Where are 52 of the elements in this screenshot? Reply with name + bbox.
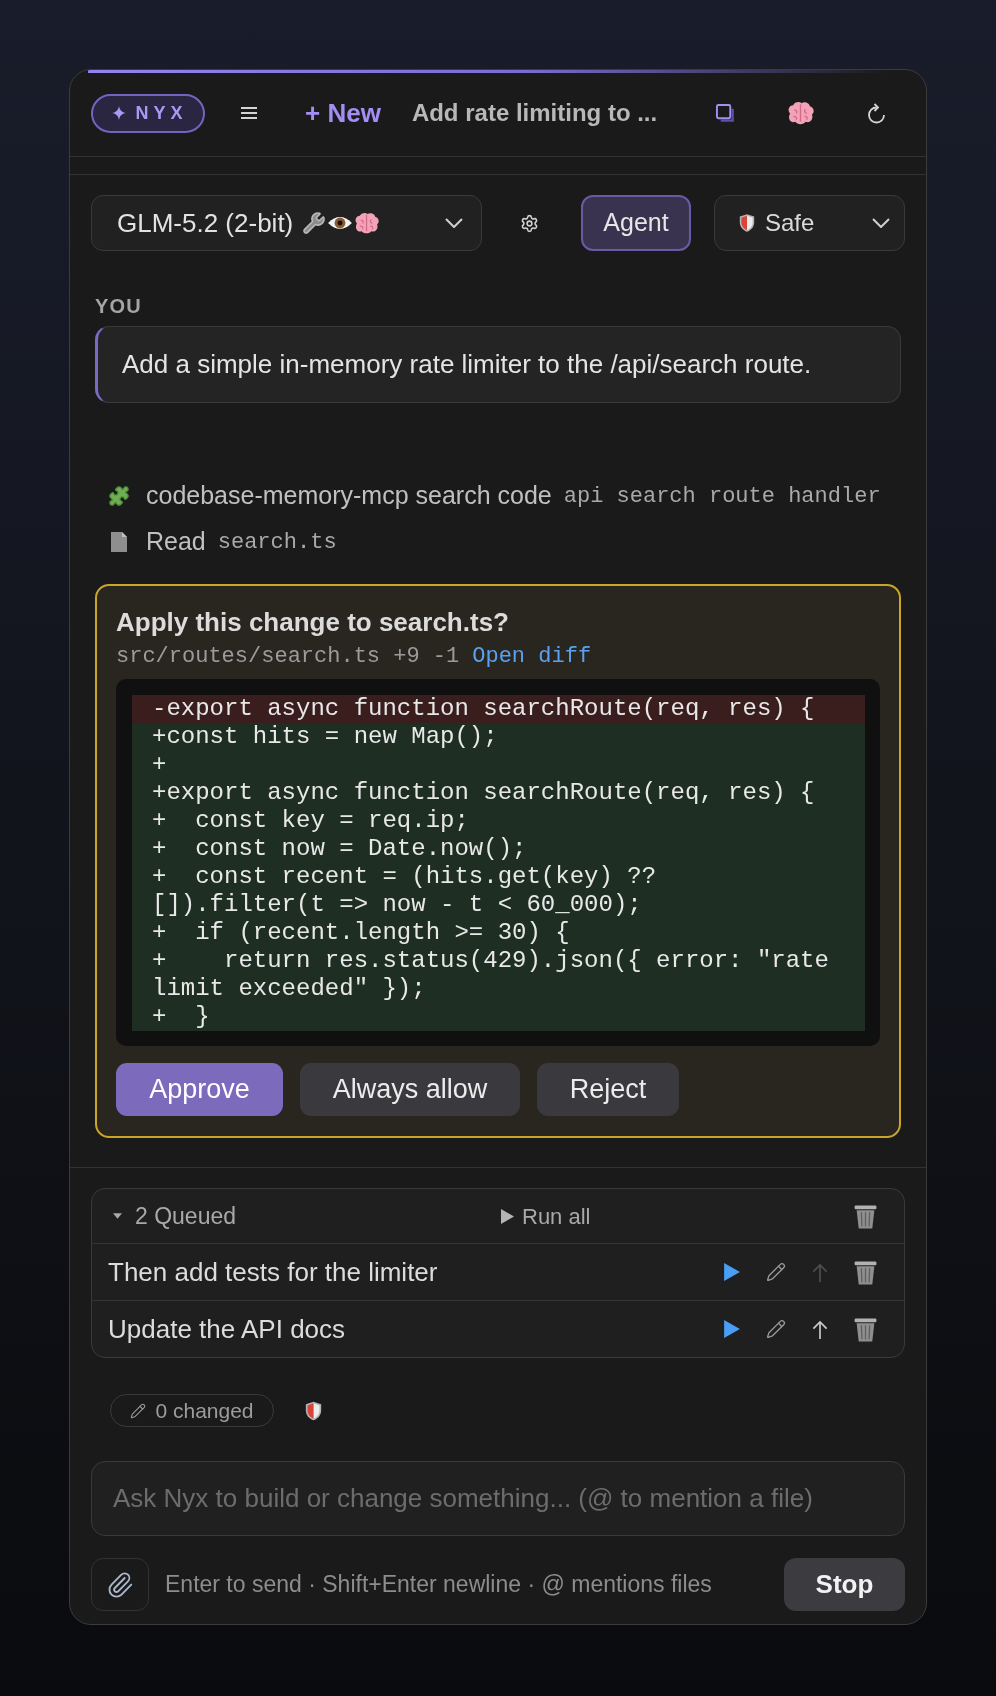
shield-icon [739, 213, 755, 233]
message-input[interactable]: Ask Nyx to build or change something... (@ to mention a file) [91, 1461, 905, 1536]
action-button[interactable]: Reject [537, 1063, 679, 1116]
file-summary: src/routes/search.ts +9 -1 [116, 644, 460, 670]
primary-action-button[interactable]: Approve [116, 1063, 283, 1116]
queued-message: Update the API docs [108, 1312, 346, 1346]
user-message: Add a simple in-memory rate limiter to the /api/search route. [95, 326, 901, 403]
stop-button[interactable]: Stop [784, 1558, 905, 1611]
tool-call-argument: search.ts [217, 528, 337, 557]
trash-icon[interactable] [854, 1259, 877, 1285]
composer-hint: Enter to send · Shift+Enter newline · @ mentions files [165, 1570, 712, 1600]
chevron-down-icon [872, 218, 890, 228]
brand-button[interactable]: NYX [91, 93, 205, 133]
pencil-icon [130, 1402, 147, 1419]
shield-icon[interactable] [305, 1399, 322, 1422]
chat-title: Add rate limiting to ... [411, 99, 658, 127]
action-button[interactable]: Always allow [300, 1063, 520, 1116]
caret-icon[interactable] [113, 1213, 122, 1219]
play-icon[interactable] [724, 1320, 740, 1338]
pencil-icon[interactable] [766, 1262, 786, 1282]
tool-call-argument: api search route handler [563, 482, 881, 511]
wrench-icon [302, 211, 327, 235]
queued-message: Then add tests for the limiter [108, 1255, 438, 1289]
tool-call-name: Read [146, 526, 206, 558]
approval-title: Apply this change to search.ts? [116, 606, 510, 638]
run-all-button[interactable]: Run all [501, 1199, 591, 1233]
menu-icon[interactable] [241, 107, 257, 119]
queue-toggle[interactable]: 2 Queued [113, 1198, 237, 1234]
mode-select[interactable]: Safe [714, 195, 905, 251]
settings-icon[interactable] [520, 213, 539, 233]
refresh-icon[interactable] [867, 102, 886, 124]
chevron-down-icon [445, 218, 463, 228]
agent-toggle[interactable]: Agent [581, 195, 691, 251]
play-icon [501, 1208, 514, 1224]
sender-label: YOU [95, 295, 142, 317]
new-chat-button[interactable]: + New [305, 98, 381, 128]
brain-icon[interactable] [787, 101, 815, 125]
brain-icon [354, 212, 381, 234]
pencil-icon[interactable] [766, 1319, 786, 1339]
file-icon [111, 532, 127, 552]
eye-icon [327, 216, 354, 230]
puzzle-icon [108, 485, 130, 507]
paperclip-icon [106, 1570, 134, 1599]
trash-icon[interactable] [854, 1203, 877, 1229]
play-icon[interactable] [724, 1263, 740, 1281]
stacked-squares-icon[interactable] [716, 103, 735, 123]
trash-icon[interactable] [854, 1316, 877, 1342]
attach-button[interactable] [91, 1558, 149, 1611]
model-select[interactable]: GLM-5.2 (2-bit) [91, 195, 482, 251]
tool-call-name: codebase-memory-mcp search code [146, 480, 552, 512]
sparkle-icon [112, 106, 127, 120]
open-diff-link[interactable]: Open diff [472, 644, 592, 670]
